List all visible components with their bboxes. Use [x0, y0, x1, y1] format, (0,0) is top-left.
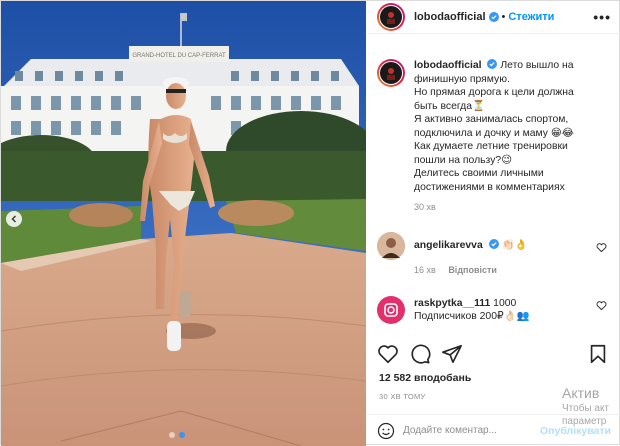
caption-text: lobodaofficial Лето вышло на финишную пр… — [414, 59, 610, 215]
comment-item: raskpytka__111 1000 Подписчиков 200₽👌🏻👥 — [367, 295, 620, 324]
caption-time[interactable]: 30 хв — [414, 201, 610, 215]
avatar[interactable] — [377, 295, 405, 324]
avatar[interactable] — [377, 231, 405, 260]
reply-button[interactable]: Відповісти — [448, 265, 497, 275]
caption-line: Лето вышло на — [500, 60, 574, 71]
profile-photo-icon — [387, 68, 395, 80]
carousel-dot-active — [179, 432, 185, 438]
verified-badge-icon — [487, 59, 498, 69]
comment-body-line: Подписчиков 200₽👌🏻👥 — [414, 311, 530, 322]
comment-body: 1000 — [493, 297, 517, 309]
caption-line: Как думаете летние тренировки — [414, 141, 568, 152]
post-side-panel: lobodaofficial • Стежити ••• lobodaoffic… — [367, 1, 620, 446]
comment-item: angelikarevva 👏🏻👌 16 хв Відповісти — [367, 231, 620, 278]
caption-emoji: 😁😂 — [550, 127, 574, 139]
comment-bubble-icon[interactable] — [409, 343, 431, 365]
like-heart-icon[interactable] — [377, 343, 399, 365]
comment-body: 👏🏻👌 — [501, 239, 528, 251]
comment-meta: 16 хв Відповісти — [414, 264, 610, 278]
comment-text: raskpytka__111 1000 Подписчиков 200₽👌🏻👥 — [414, 296, 610, 324]
instagram-post: GRAND-HOTEL DU CAP-FERRAT lobodaofficial… — [0, 0, 620, 446]
profile-photo-icon — [377, 295, 405, 324]
caption-row: lobodaofficial Лето вышло на финишную пр… — [367, 35, 620, 215]
caption-line-text: подключила и дочку и маму — [414, 127, 549, 139]
profile-photo-icon — [387, 12, 395, 24]
add-comment-bar: Опублікувати — [367, 414, 620, 446]
comment-username[interactable]: angelikarevva — [414, 240, 483, 251]
comment-username[interactable]: raskpytka__111 — [414, 298, 490, 309]
profile-photo-icon — [377, 231, 405, 260]
previous-photo-button[interactable] — [6, 211, 22, 227]
photo-scene: GRAND-HOTEL DU CAP-FERRAT — [1, 1, 366, 446]
post-author-username[interactable]: lobodaofficial — [414, 11, 486, 23]
post-timestamp[interactable]: 30 ХВ ТОМУ — [379, 392, 426, 401]
header-separator: • — [501, 11, 506, 23]
watermark-line: Актив — [562, 385, 600, 401]
caption-line: пошли на пользу?😉 — [414, 154, 610, 168]
caption-line-text: пошли на пользу? — [414, 154, 502, 166]
caption-line-text: быть всегда — [414, 100, 473, 112]
verified-badge-icon — [488, 12, 499, 22]
avatar[interactable] — [377, 3, 405, 31]
caption-emoji: ⏳ — [472, 100, 485, 112]
save-bookmark-icon[interactable] — [587, 343, 609, 365]
caption-emoji: 😉 — [501, 154, 513, 166]
comments-list: lobodaofficial Лето вышло на финишную пр… — [367, 35, 620, 335]
share-send-icon[interactable] — [441, 343, 463, 365]
caption-line: Делитесь своими личными — [414, 168, 544, 179]
comment-input[interactable] — [403, 425, 523, 436]
caption-line: достижениями в комментариях — [414, 181, 565, 193]
caption-line: Я активно занималась спортом, — [414, 114, 569, 125]
caption-line: быть всегда⏳ — [414, 100, 610, 114]
comment-time[interactable]: 16 хв — [414, 265, 436, 275]
more-options-button[interactable]: ••• — [593, 10, 611, 24]
caption-line: финишную прямую. — [414, 73, 510, 85]
emoji-smile-icon[interactable] — [377, 422, 395, 440]
carousel-indicator — [169, 432, 185, 438]
post-actions — [377, 341, 611, 367]
like-comment-icon[interactable] — [596, 300, 607, 311]
caption-username[interactable]: lobodaofficial — [414, 60, 482, 71]
caption-line: подключила и дочку и маму 😁😂 — [414, 127, 610, 141]
chevron-left-icon — [11, 215, 16, 223]
carousel-dot — [169, 432, 175, 438]
follow-button[interactable]: Стежити — [508, 11, 554, 23]
caption-avatar[interactable] — [377, 59, 405, 87]
post-photo[interactable]: GRAND-HOTEL DU CAP-FERRAT — [1, 1, 366, 446]
publish-comment-button[interactable]: Опублікувати — [540, 425, 611, 437]
like-comment-icon[interactable] — [596, 242, 607, 253]
caption-line: Но прямая дорога к цели должна — [414, 87, 574, 98]
verified-badge-icon — [488, 238, 499, 249]
building-sign: GRAND-HOTEL DU CAP-FERRAT — [132, 53, 226, 59]
likes-count[interactable]: 12 582 вподобань — [379, 372, 471, 384]
post-header: lobodaofficial • Стежити ••• — [367, 1, 620, 34]
comment-text: angelikarevva 👏🏻👌 16 хв Відповісти — [414, 232, 610, 278]
